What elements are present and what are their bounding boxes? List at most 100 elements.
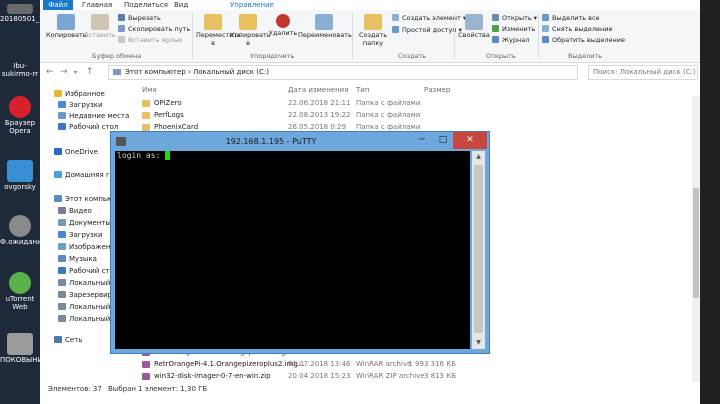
back-arrow-icon[interactable]: ← bbox=[46, 67, 54, 77]
rename-button[interactable]: Переименовать bbox=[298, 14, 352, 39]
terminal-area[interactable]: login as: bbox=[115, 151, 470, 349]
ribbon: Копировать Вставить Вырезать Скопировать… bbox=[40, 10, 700, 63]
tab-file[interactable]: Файл bbox=[43, 0, 73, 10]
nav-item-label: Документы bbox=[69, 219, 111, 227]
desktop-icon-6[interactable]: ПОКОВЫНИ bbox=[0, 333, 43, 364]
file-name: RetrOrangePi-4.1.Orangepizeroplus2.img..… bbox=[154, 360, 305, 368]
up-arrow-icon[interactable]: ↑ bbox=[86, 67, 94, 77]
nav-item[interactable]: Локальный д bbox=[58, 279, 117, 287]
desktop-icon-3[interactable]: ovgorsky bbox=[0, 160, 40, 191]
open-button[interactable]: Открыть ▾ bbox=[492, 14, 537, 23]
new-item-button[interactable]: Создать элемент ▾ bbox=[392, 14, 466, 23]
file-row[interactable]: OPiZero 22.06.2018 21:11 Папка с файлами bbox=[136, 98, 696, 109]
nav-item[interactable]: Видео bbox=[58, 207, 92, 215]
scroll-thumb[interactable] bbox=[693, 188, 699, 298]
nav-item-icon bbox=[58, 219, 66, 226]
file-row[interactable]: win32-disk-imager-0-7-en-win.zip 20.04.20… bbox=[136, 371, 696, 382]
file-row[interactable]: RetrOrangePi-4.1.Orangepizeroplus2.img..… bbox=[136, 359, 696, 370]
nav-item[interactable]: Сеть bbox=[54, 336, 82, 344]
desktop-icon-utorrent[interactable]: uTorrent Web bbox=[0, 272, 40, 311]
nav-item[interactable]: Избранное bbox=[54, 90, 105, 98]
file-row[interactable]: PerfLogs 22.08.2013 19:22 Папка с файлами bbox=[136, 110, 696, 121]
file-date: 22.08.2013 19:22 bbox=[288, 111, 351, 119]
nav-item-icon bbox=[54, 148, 62, 155]
nav-item[interactable]: Зарезервиро bbox=[58, 291, 116, 299]
history-button[interactable]: Журнал bbox=[492, 36, 529, 45]
rename-icon bbox=[315, 14, 333, 30]
group-separator bbox=[352, 13, 353, 59]
file-size: 1 993 316 КБ bbox=[408, 360, 456, 368]
copy-button[interactable]: Копировать bbox=[46, 14, 87, 39]
desktop-icon-opera[interactable]: Браузер Opera bbox=[0, 96, 40, 135]
group-separator bbox=[538, 13, 539, 59]
paste-shortcut-label: Вставить ярлык bbox=[128, 36, 183, 44]
copy-to-button[interactable]: Копировать в bbox=[230, 14, 271, 47]
nav-item-label: OneDrive bbox=[65, 148, 98, 156]
file-icon bbox=[142, 112, 150, 119]
select-all-button[interactable]: Выделить все bbox=[542, 14, 600, 23]
group-separator bbox=[454, 13, 455, 59]
nav-item[interactable]: Загрузки bbox=[58, 231, 103, 239]
terminal-scroll-thumb[interactable] bbox=[474, 165, 483, 333]
forward-arrow-icon[interactable]: → bbox=[60, 67, 68, 77]
tab-share[interactable]: Поделиться bbox=[124, 0, 168, 10]
address-path[interactable]: Этот компьютер › Локальный диск (C:) bbox=[108, 65, 578, 80]
edit-button[interactable]: Изменить bbox=[492, 25, 535, 34]
select-none-button[interactable]: Снять выделение bbox=[542, 25, 612, 34]
column-name[interactable]: Имя bbox=[142, 86, 157, 94]
putty-window[interactable]: 192.168.1.195 - PuTTY ─ □ ✕ login as: ▲ … bbox=[110, 131, 490, 354]
file-size: 3 813 КБ bbox=[423, 372, 456, 380]
maximize-button[interactable]: □ bbox=[433, 132, 453, 149]
tab-home[interactable]: Главная bbox=[82, 0, 112, 10]
column-type[interactable]: Тип bbox=[356, 86, 369, 94]
move-to-button[interactable]: Переместить в bbox=[196, 14, 241, 47]
paste-button[interactable]: Вставить bbox=[84, 14, 116, 39]
search-input[interactable]: Поиск: Локальный диск (C:) bbox=[588, 65, 698, 80]
group-label-organize: Упорядочить bbox=[250, 52, 295, 60]
copy-to-icon bbox=[239, 14, 257, 30]
invert-selection-button[interactable]: Обратить выделение bbox=[542, 36, 625, 45]
nav-item[interactable]: Загрузки bbox=[58, 101, 103, 109]
desktop-icon-1[interactable]: Ibu-sukirmo-rr bbox=[0, 62, 40, 78]
tab-manage[interactable]: Управление bbox=[230, 0, 274, 10]
nav-item[interactable]: Локальный д bbox=[58, 315, 117, 323]
terminal-scrollbar[interactable]: ▲ ▼ bbox=[472, 151, 485, 349]
close-button[interactable]: ✕ bbox=[453, 132, 487, 149]
nav-item-label: Недавние места bbox=[69, 112, 130, 120]
minimize-button[interactable]: ─ bbox=[411, 132, 433, 149]
new-item-icon bbox=[392, 14, 399, 21]
column-date[interactable]: Дата изменения bbox=[288, 86, 348, 94]
tab-view[interactable]: Вид bbox=[174, 0, 188, 10]
copy-path-label: Скопировать путь bbox=[128, 25, 191, 33]
scroll-down-icon[interactable]: ▼ bbox=[472, 337, 485, 349]
app-icon bbox=[9, 215, 31, 237]
column-size[interactable]: Размер bbox=[424, 86, 450, 94]
paste-shortcut-button[interactable]: Вставить ярлык bbox=[118, 36, 183, 45]
easy-access-button[interactable]: Простой доступ ▾ bbox=[392, 26, 462, 35]
desktop-icon-0[interactable]: 20180501_1... bbox=[0, 4, 50, 23]
nav-item[interactable]: Рабочий сто bbox=[58, 267, 114, 275]
chevron-down-icon[interactable]: ▾ bbox=[74, 69, 77, 76]
delete-button[interactable]: Удалить bbox=[268, 14, 298, 37]
vertical-scrollbar[interactable] bbox=[692, 96, 700, 382]
scroll-up-icon[interactable]: ▲ bbox=[472, 151, 485, 163]
new-folder-label: Создать папку bbox=[358, 31, 388, 47]
copy-path-button[interactable]: Скопировать путь bbox=[118, 25, 190, 34]
new-item-label: Создать элемент bbox=[402, 14, 461, 22]
desktop-icon-4[interactable]: Ф.ожиданию bbox=[0, 215, 48, 246]
nav-item-icon bbox=[58, 315, 66, 322]
computer-icon bbox=[113, 69, 121, 75]
invert-selection-label: Обратить выделение bbox=[552, 36, 626, 44]
nav-item[interactable]: Рабочий стол bbox=[58, 123, 118, 131]
nav-item[interactable]: Музыка bbox=[58, 255, 97, 263]
cut-button[interactable]: Вырезать bbox=[118, 14, 161, 23]
putty-titlebar[interactable]: 192.168.1.195 - PuTTY ─ □ ✕ bbox=[111, 132, 489, 151]
nav-item-icon bbox=[58, 101, 66, 108]
nav-item[interactable]: OneDrive bbox=[54, 148, 98, 156]
properties-button[interactable]: Свойства bbox=[458, 14, 490, 39]
nav-item[interactable]: Документы bbox=[58, 219, 111, 227]
nav-item[interactable]: Локальный д bbox=[58, 303, 117, 311]
nav-item[interactable]: Недавние места bbox=[58, 112, 129, 120]
group-label-clipboard: Буфер обмена bbox=[92, 52, 142, 60]
new-folder-button[interactable]: Создать папку bbox=[356, 14, 390, 47]
